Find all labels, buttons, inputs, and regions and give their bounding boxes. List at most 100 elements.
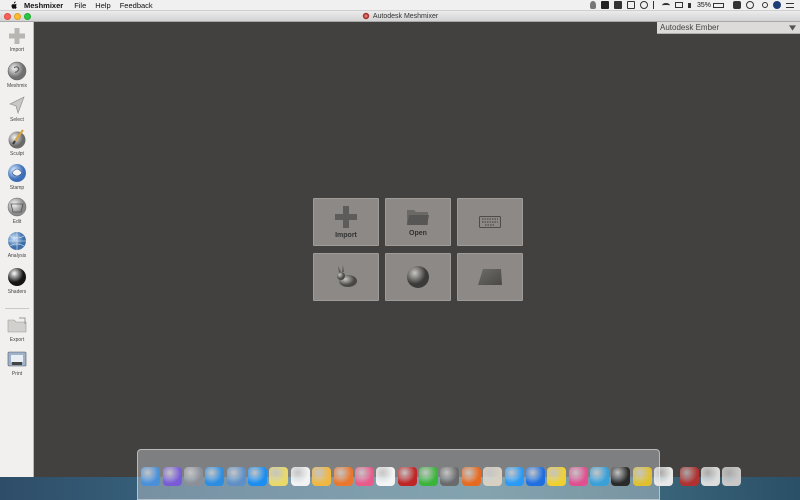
tray-app-icon-4[interactable] [733,1,741,9]
tool-edit-label: Edit [12,219,22,225]
airplay-icon[interactable] [674,2,683,8]
itunes-icon[interactable] [354,467,374,486]
notification-center-icon[interactable] [786,2,794,8]
window-title-bar[interactable]: Autodesk Meshmixer [0,11,800,22]
firefox-icon[interactable] [461,467,481,486]
dock [137,449,742,500]
plane-model-tile[interactable] [457,253,523,301]
chrome-icon[interactable] [632,467,652,486]
folder-icon [407,210,429,225]
map-icon[interactable] [590,467,610,486]
window-title: Autodesk Meshmixer [372,12,439,20]
tool-select[interactable]: Select [0,94,34,123]
screen-icon[interactable] [611,467,631,486]
finder-icon[interactable] [141,467,161,486]
tool-analysis[interactable]: Analysis [0,230,34,259]
sphere-icon [407,266,429,288]
tool-import-label: Import [9,47,25,53]
menu-file[interactable]: File [74,1,86,10]
bunny-icon [337,265,357,287]
tray-app-icon[interactable] [600,1,609,9]
wifi-icon[interactable] [661,2,670,8]
clock-icon[interactable] [746,1,754,9]
menu-feedback[interactable]: Feedback [120,1,153,10]
tool-sculpt[interactable]: Sculpt [0,128,34,157]
tool-stamp-label: Stamp [9,185,25,191]
apple-icon[interactable] [9,0,18,10]
preview-icon[interactable] [226,467,246,486]
bunny-model-tile[interactable] [313,253,379,301]
game-icon[interactable] [483,467,503,486]
search-icon[interactable] [762,2,768,8]
tool-stamp[interactable]: Stamp [0,162,34,191]
trash-icon[interactable] [722,467,742,486]
basketball-icon[interactable] [333,467,353,486]
plus-icon [9,28,25,44]
user-avatar-icon[interactable] [773,1,781,9]
text-editor-icon[interactable] [654,467,674,486]
tool-meshmix[interactable]: Meshmix [0,60,34,89]
plane-icon [478,269,502,285]
tv-icon[interactable] [397,467,417,486]
finder-window-icon[interactable] [700,467,720,486]
time-machine-icon[interactable] [440,467,460,486]
import-tile-label: Import [335,232,357,239]
open-tile-label: Open [409,230,427,237]
qq-icon[interactable] [504,467,524,486]
import-tile[interactable]: Import [313,198,379,246]
export-folder-icon [7,317,27,333]
app-store-icon[interactable] [248,467,268,486]
game-center-icon[interactable] [269,467,289,486]
tray-app-icon-2[interactable] [613,1,622,9]
system-menu-bar: Meshmixer File Help Feedback 35% [0,0,800,11]
plus-icon [335,206,357,228]
package-icon[interactable] [312,467,332,486]
tool-analysis-label: Analysis [7,253,27,259]
analysis-sphere-icon [8,232,26,250]
meshmix-icon [7,61,27,81]
keyboard-icon [479,216,501,228]
meshmixer-icon[interactable] [679,467,699,486]
meshmixer-window: Autodesk Meshmixer Import Meshmix Select… [0,11,800,477]
autodesk-ember-panel[interactable]: Autodesk Ember [657,22,800,34]
kugou-icon[interactable] [525,467,545,486]
shader-sphere-icon [8,268,26,286]
chevron-down-icon[interactable] [789,24,796,31]
yellow-app-icon[interactable] [547,467,567,486]
battery-percent: 35% [696,1,711,9]
pinwheel-icon[interactable] [568,467,588,486]
sculpt-brush-icon [8,129,26,149]
bluetooth-icon[interactable] [652,1,657,9]
keyboard-shortcuts-tile[interactable] [457,198,523,246]
tool-import[interactable]: Import [0,26,34,53]
menu-help[interactable]: Help [95,1,110,10]
tool-edit[interactable]: Edit [0,196,34,225]
printer-icon [7,351,27,367]
calendar-icon[interactable] [290,467,310,486]
siri-icon[interactable] [162,467,182,486]
volume-icon[interactable] [687,2,693,8]
tool-sculpt-label: Sculpt [10,151,24,157]
time-machine-icon[interactable] [639,1,648,9]
toolbar-divider [5,308,29,309]
battery-icon[interactable] [713,2,724,8]
tool-print-label: Print [11,371,23,377]
select-arrow-icon [9,96,25,114]
photos-icon[interactable] [376,467,396,486]
tray-app-icon-3[interactable] [626,1,635,9]
tool-shaders[interactable]: Shaders [0,266,34,295]
safari-icon[interactable] [205,467,225,486]
iqiyi-icon[interactable] [419,467,439,486]
tool-select-label: Select [10,117,24,123]
tool-export[interactable]: Export [0,314,34,343]
edit-icon [7,197,27,217]
notification-bell-icon[interactable] [589,1,596,9]
stamp-icon [8,164,26,182]
left-toolbar: Import Meshmix Select Sculpt Stamp Edit … [0,22,34,477]
sphere-model-tile[interactable] [385,253,451,301]
launchpad-icon[interactable] [183,467,203,486]
tool-print[interactable]: Print [0,348,34,377]
open-tile[interactable]: Open [385,198,451,246]
meshmixer-logo-icon [362,12,370,20]
app-menu-meshmixer[interactable]: Meshmixer [24,1,63,10]
